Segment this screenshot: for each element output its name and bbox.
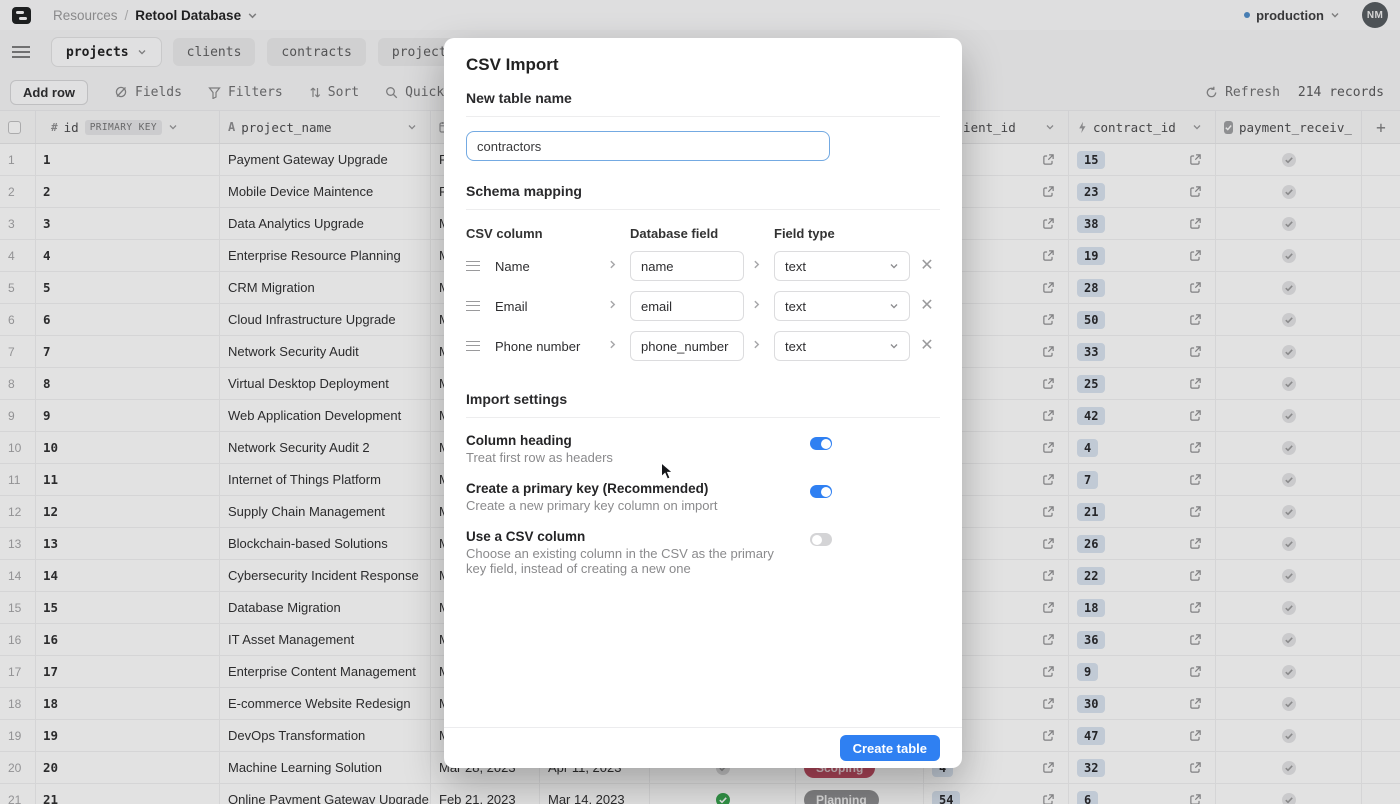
arrow — [751, 257, 767, 275]
remove-mapping-button[interactable]: ✕ — [917, 258, 937, 274]
schema-mapping-row: Name text ✕ — [466, 251, 940, 281]
toggle-switch[interactable] — [810, 485, 832, 498]
chevron-right-icon — [607, 339, 618, 350]
import-setting: Use a CSV column Choose an existing colum… — [466, 529, 940, 576]
database-field-input[interactable] — [630, 331, 744, 361]
schema-mapping-row: Phone number text ✕ — [466, 331, 940, 361]
schema-mapping-rows: Name text ✕ Email text ✕ Phone number text ✕ — [466, 251, 940, 361]
field-type-select[interactable]: text — [774, 291, 910, 321]
toggle-switch[interactable] — [810, 437, 832, 450]
database-field-header: Database field — [630, 226, 744, 241]
setting-description: Choose an existing column in the CSV as … — [466, 546, 781, 576]
csv-column-name: Name — [495, 259, 600, 274]
csv-column-name: Phone number — [495, 339, 600, 354]
arrow — [751, 297, 767, 315]
divider — [466, 209, 940, 210]
import-setting: Column heading Treat first row as headers — [466, 433, 940, 465]
csv-import-modal: CSV Import New table name Schema mapping… — [444, 38, 962, 768]
create-table-button[interactable]: Create table — [840, 735, 940, 761]
chevron-down-icon — [889, 301, 899, 311]
csv-column-name: Email — [495, 299, 600, 314]
modal-footer: Create table — [444, 727, 962, 768]
toggle-switch[interactable] — [810, 533, 832, 546]
chevron-right-icon — [751, 259, 762, 270]
field-type-header: Field type — [774, 226, 910, 241]
setting-title: Use a CSV column — [466, 529, 796, 544]
arrow — [751, 337, 767, 355]
schema-mapping-row: Email text ✕ — [466, 291, 940, 321]
table-name-input[interactable] — [466, 131, 830, 161]
field-type-value: text — [785, 339, 806, 354]
field-type-value: text — [785, 259, 806, 274]
drag-handle-icon[interactable] — [466, 261, 480, 271]
divider — [466, 417, 940, 418]
database-field-input[interactable] — [630, 251, 744, 281]
drag-handle-icon[interactable] — [466, 301, 480, 311]
import-settings-list: Column heading Treat first row as headers… — [466, 433, 940, 576]
field-type-value: text — [785, 299, 806, 314]
import-settings-label: Import settings — [466, 391, 940, 407]
chevron-right-icon — [607, 299, 618, 310]
divider — [466, 116, 940, 117]
database-field-input[interactable] — [630, 291, 744, 321]
arrow — [607, 337, 623, 355]
remove-mapping-button[interactable]: ✕ — [917, 298, 937, 314]
setting-title: Column heading — [466, 433, 796, 448]
remove-mapping-button[interactable]: ✕ — [917, 338, 937, 354]
field-type-select[interactable]: text — [774, 331, 910, 361]
modal-title: CSV Import — [466, 55, 940, 75]
arrow — [607, 257, 623, 275]
schema-mapping-label: Schema mapping — [466, 183, 940, 199]
setting-description: Treat first row as headers — [466, 450, 781, 465]
csv-column-header: CSV column — [466, 226, 600, 241]
chevron-right-icon — [751, 299, 762, 310]
chevron-down-icon — [889, 261, 899, 271]
chevron-right-icon — [607, 259, 618, 270]
setting-title: Create a primary key (Recommended) — [466, 481, 796, 496]
chevron-down-icon — [889, 341, 899, 351]
new-table-name-label: New table name — [466, 90, 940, 106]
setting-description: Create a new primary key column on impor… — [466, 498, 781, 513]
chevron-right-icon — [751, 339, 762, 350]
field-type-select[interactable]: text — [774, 251, 910, 281]
import-setting: Create a primary key (Recommended) Create… — [466, 481, 940, 513]
drag-handle-icon[interactable] — [466, 341, 480, 351]
retool-database-app: Resources / Retool Database production N… — [0, 0, 1400, 804]
arrow — [607, 297, 623, 315]
schema-mapping-column-headers: CSV column Database field Field type — [466, 226, 940, 241]
